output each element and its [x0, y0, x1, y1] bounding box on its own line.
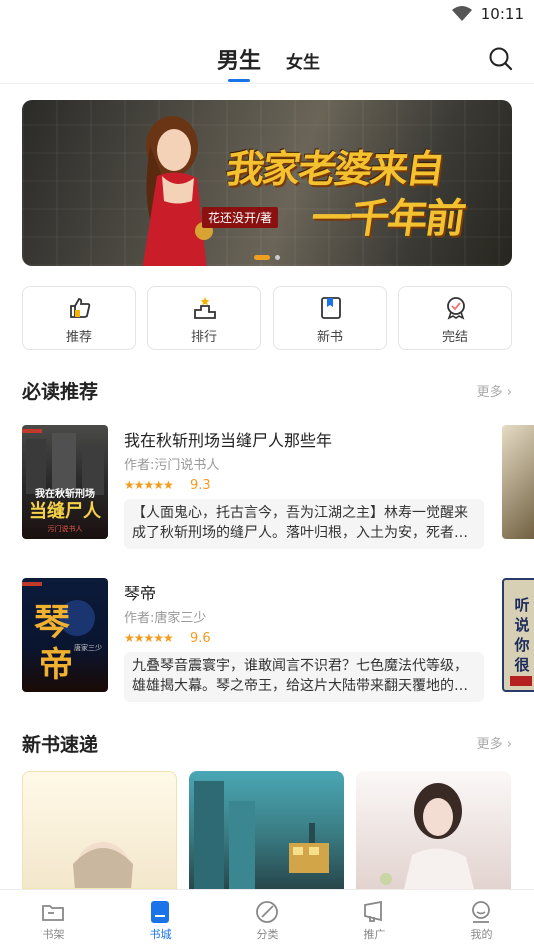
book-rating: 9.6	[190, 631, 211, 646]
search-icon[interactable]	[488, 46, 514, 72]
quick-nav: 推荐 排行 新书 完结	[22, 286, 512, 350]
cover-art	[73, 842, 133, 888]
book-description: 九叠琴音震寰宇，谁敢闻言不识君？七色魔法代等级，雄雄揭大幕。琴之帝王，给这片大陆…	[124, 652, 484, 702]
banner-author: 花还没开/著	[202, 207, 279, 228]
section-title-must-read: 必读推荐	[22, 381, 99, 403]
new-books-more-link[interactable]: 更多 ›	[477, 733, 512, 752]
new-book-cover[interactable]	[356, 771, 511, 889]
chevron-right-icon: ›	[506, 385, 512, 400]
svg-text:琴: 琴	[34, 601, 70, 643]
tab-female[interactable]: 女生	[286, 48, 320, 73]
more-label: 更多	[476, 737, 503, 752]
new-book-cover[interactable]	[22, 771, 177, 889]
quick-nav-ranking[interactable]: 排行	[147, 286, 261, 350]
svg-text:你: 你	[513, 636, 529, 654]
tab-male[interactable]: 男生	[217, 43, 261, 75]
banner-title-line1: 我家老婆来自	[223, 146, 446, 191]
book-description-text: 九叠琴音震寰宇，谁敢闻言不识君？七色魔法代等级，雄雄揭大幕。琴之帝王，给这片大陆…	[132, 658, 468, 694]
must-read-more-link[interactable]: 更多 ›	[477, 381, 512, 400]
book-author: 作者:污门说书人	[124, 458, 220, 473]
top-tab-bar: 男生 女生	[0, 38, 534, 84]
section-title-new-books: 新书速递	[22, 734, 99, 756]
promote-icon	[364, 900, 382, 922]
active-tab-indicator	[228, 79, 250, 82]
svg-text:唐家三少: 唐家三少	[74, 643, 102, 652]
bottom-nav-label: 书架	[42, 928, 65, 941]
thumbs-up-icon	[70, 298, 91, 318]
category-icon	[256, 901, 278, 923]
quick-nav-label: 新书	[316, 330, 343, 345]
wifi-icon	[452, 6, 472, 21]
podium-icon	[194, 297, 216, 319]
quick-nav-label: 推荐	[65, 330, 92, 345]
book-cover-partial[interactable]	[502, 425, 534, 539]
chevron-right-icon: ›	[506, 737, 512, 752]
badge-icon	[447, 297, 465, 320]
promo-banner[interactable]: 我家老婆来自 一千年前 花还没开/著	[22, 100, 512, 266]
new-book-cover[interactable]	[189, 771, 344, 889]
book-title: 琴帝	[124, 584, 157, 603]
svg-text:帝: 帝	[39, 645, 73, 685]
book-description: 【人面鬼心，托古言今，吾为江湖之主】林寿一觉醒来成了秋斩刑场的缝尸人。落叶归根，…	[124, 499, 484, 549]
bottom-nav-bookshelf[interactable]: 书架	[0, 890, 107, 949]
book-description-text: 【人面鬼心，托古言今，吾为江湖之主】林寿一觉醒来成了秋斩刑场的缝尸人。落叶归根，…	[132, 505, 468, 541]
quick-nav-recommend[interactable]: 推荐	[22, 286, 136, 350]
svg-text:当缝尸人: 当缝尸人	[29, 500, 102, 522]
book-icon	[321, 297, 341, 319]
carousel-dot-active	[254, 255, 270, 260]
banner-character-illustration	[142, 116, 213, 266]
bottom-nav-promote[interactable]: 推广	[321, 890, 428, 949]
cover-art: 我在秋斩刑场 当缝尸人 污门说书人	[22, 429, 104, 533]
bottom-nav: 书架 书城 分类 推广 我的	[0, 889, 534, 949]
bottom-nav-label: 推广	[363, 928, 386, 941]
svg-text:我在秋斩刑场: 我在秋斩刑场	[35, 487, 95, 500]
book-title: 我在秋斩刑场当缝尸人那些年	[124, 431, 333, 450]
bottom-nav-label: 书城	[149, 928, 172, 941]
carousel-dot	[275, 255, 280, 260]
rating-stars: ★★★★★	[124, 631, 174, 645]
profile-icon	[472, 901, 490, 923]
svg-text:很: 很	[513, 656, 530, 674]
quick-nav-label: 完结	[441, 330, 468, 345]
quick-nav-label: 排行	[190, 330, 217, 345]
book-card[interactable]: 琴 帝 唐家三少 琴帝 作者:唐家三少 ★★★★★ 9.6 九叠琴音震寰宇，谁敢…	[22, 578, 512, 702]
rating-stars: ★★★★★	[124, 478, 174, 492]
cover-art	[380, 783, 474, 889]
bookstore-icon	[151, 901, 169, 923]
cover-art: 琴 帝 唐家三少	[22, 582, 102, 685]
svg-text:听: 听	[514, 596, 529, 614]
new-books-row	[22, 771, 512, 889]
cover-art	[194, 781, 329, 889]
bookshelf-icon	[42, 905, 64, 921]
quick-nav-new-books[interactable]: 新书	[273, 286, 387, 350]
book-rating: 9.3	[190, 478, 211, 493]
book-cover: 琴 帝 唐家三少	[22, 578, 108, 692]
more-label: 更多	[476, 385, 503, 400]
book-author: 作者:唐家三少	[124, 611, 207, 626]
bottom-nav-label: 我的	[470, 928, 493, 941]
bottom-nav-profile[interactable]: 我的	[428, 890, 534, 949]
quick-nav-completed[interactable]: 完结	[398, 286, 512, 350]
bottom-nav-category[interactable]: 分类	[214, 890, 321, 949]
svg-text:污门说书人: 污门说书人	[48, 524, 83, 533]
status-bar: 10:11	[0, 0, 534, 30]
bottom-nav-label: 分类	[256, 928, 279, 941]
banner-title-line2: 一千年前	[308, 195, 467, 242]
cover-art: 听 说 你 很	[510, 596, 532, 686]
book-cover-partial[interactable]: 听 说 你 很	[502, 578, 534, 692]
bottom-nav-bookstore[interactable]: 书城	[107, 890, 214, 949]
book-cover: 我在秋斩刑场 当缝尸人 污门说书人	[22, 425, 108, 539]
book-card[interactable]: 我在秋斩刑场 当缝尸人 污门说书人 我在秋斩刑场当缝尸人那些年 作者:污门说书人…	[22, 425, 512, 549]
svg-text:说: 说	[514, 616, 529, 634]
status-time: 10:11	[480, 5, 524, 23]
